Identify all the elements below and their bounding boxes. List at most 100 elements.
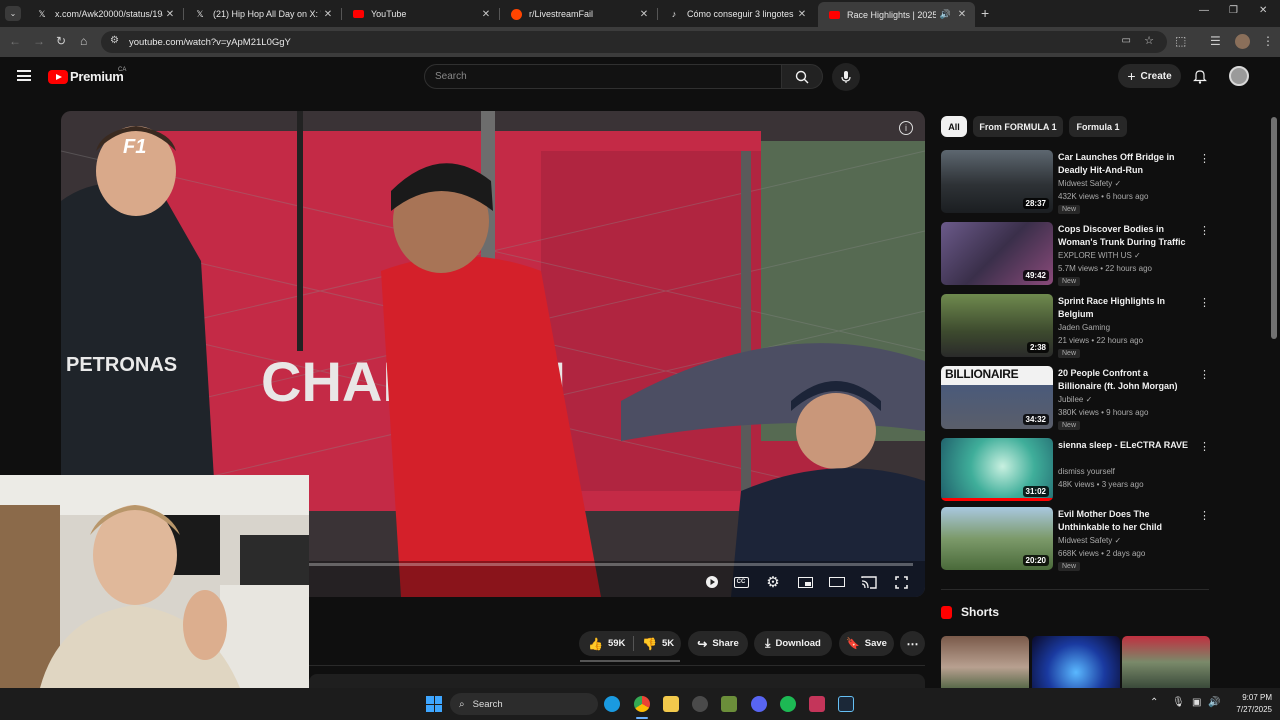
video-title[interactable]: Car Launches Off Bridge in Deadly Hit-An…	[1058, 151, 1194, 177]
chip-formula-1[interactable]: Formula 1	[1069, 116, 1127, 137]
app-icon[interactable]	[809, 696, 825, 712]
steam-icon[interactable]	[838, 696, 854, 712]
logo-text[interactable]: Premium	[70, 69, 124, 84]
channel-row[interactable]: Midwest Safety ✓	[1058, 179, 1121, 188]
more-vertical-icon[interactable]: ⋮	[1199, 440, 1210, 453]
discord-icon[interactable]	[751, 696, 767, 712]
video-title[interactable]: sienna sleep - ELeCTRA RAVE	[1058, 439, 1194, 452]
video-thumbnail[interactable]: 2:38	[941, 294, 1053, 357]
recommendation-item[interactable]: 2:38 Sprint Race Highlights In Belgium J…	[941, 294, 1211, 360]
channel-row[interactable]: Midwest Safety ✓	[1058, 536, 1121, 545]
chip-from-formula-1[interactable]: From FORMULA 1	[973, 116, 1063, 137]
chevron-up-icon[interactable]: ⌃	[1150, 697, 1158, 708]
channel-name[interactable]: Jubilee	[1058, 395, 1083, 404]
video-thumbnail[interactable]: 28:37	[941, 150, 1053, 213]
volume-icon[interactable]: 🔊	[1208, 697, 1220, 708]
browser-tab-1[interactable]: 𝕏 x.com/Awk20000/status/19495 ✕	[26, 3, 183, 25]
more-vertical-icon[interactable]: ⋮	[1199, 368, 1210, 381]
recommendation-item[interactable]: 28:37 Car Launches Off Bridge in Deadly …	[941, 150, 1211, 216]
chip-all[interactable]: All	[941, 116, 967, 137]
autoplay-toggle-icon[interactable]	[703, 573, 721, 591]
clock[interactable]: 9:07 PM 7/27/2025	[1224, 692, 1272, 716]
more-vertical-icon[interactable]: ⋮	[1199, 152, 1210, 165]
short-thumbnail[interactable]	[1122, 636, 1210, 688]
short-thumbnail[interactable]	[941, 636, 1029, 688]
forward-icon[interactable]: →	[33, 34, 45, 48]
more-vertical-icon[interactable]: ⋮	[1199, 296, 1210, 309]
recommendation-item[interactable]: 20:20 Evil Mother Does The Unthinkable t…	[941, 507, 1211, 573]
fullscreen-icon[interactable]	[892, 573, 910, 591]
miniplayer-icon[interactable]	[796, 573, 814, 591]
close-icon[interactable]: ✕	[637, 9, 651, 20]
search-button[interactable]	[781, 64, 823, 89]
video-title[interactable]: Evil Mother Does The Unthinkable to her …	[1058, 508, 1194, 534]
channel-name[interactable]: Jaden Gaming	[1058, 323, 1110, 332]
video-title[interactable]: 20 People Confront a Billionaire (ft. Jo…	[1058, 367, 1194, 393]
profile-avatar[interactable]	[1235, 34, 1250, 49]
recommendation-item[interactable]: 49:42 Cops Discover Bodies in Woman's Tr…	[941, 222, 1211, 288]
more-vertical-icon[interactable]: ⋮	[1199, 224, 1210, 237]
bookmark-star-icon[interactable]: ☆	[1144, 34, 1154, 47]
steam-like-app-icon[interactable]	[692, 696, 708, 712]
settings-gear-icon[interactable]: ⚙	[764, 573, 782, 591]
file-explorer-icon[interactable]	[663, 696, 679, 712]
new-tab-button[interactable]: +	[981, 5, 989, 21]
tab-list-dropdown[interactable]: ⌄	[5, 6, 21, 21]
channel-row[interactable]: dismiss yourself	[1058, 467, 1115, 476]
reload-icon[interactable]: ↻	[56, 34, 66, 48]
windows-start-icon[interactable]	[426, 696, 442, 712]
theater-mode-icon[interactable]	[828, 573, 846, 591]
microphone-icon[interactable]: 🎙	[1172, 697, 1185, 708]
close-icon[interactable]: ✕	[163, 9, 177, 20]
browser-tab-6-active[interactable]: Race Highlights | 2025 Belgi 🔊 ✕	[818, 2, 975, 27]
youtube-logo-icon[interactable]	[48, 70, 68, 84]
extensions-icon[interactable]: ⬚	[1175, 34, 1186, 48]
save-button[interactable]: 🔖 Save	[839, 631, 894, 656]
hamburger-menu-icon[interactable]	[17, 70, 31, 81]
browser-tab-2[interactable]: 𝕏 (21) Hip Hop All Day on X: "The ✕	[184, 3, 341, 25]
description-box[interactable]	[309, 674, 925, 688]
video-thumbnail[interactable]: 31:02	[941, 438, 1053, 501]
channel-name[interactable]: dismiss yourself	[1058, 467, 1115, 476]
video-thumbnail[interactable]: BILLIONAIRE 34:32	[941, 366, 1053, 429]
video-title[interactable]: Sprint Race Highlights In Belgium	[1058, 295, 1194, 321]
app-icon[interactable]	[721, 696, 737, 712]
browser-tab-4[interactable]: r/LivestreamFail ✕	[500, 3, 657, 25]
dislike-button[interactable]: 👎 5K	[634, 637, 674, 651]
create-button[interactable]: + Create	[1118, 64, 1181, 88]
edge-icon[interactable]	[604, 696, 620, 712]
channel-name[interactable]: EXPLORE WITH US	[1058, 251, 1132, 260]
site-info-icon[interactable]: ⚙	[110, 35, 119, 46]
close-icon[interactable]: ✕	[955, 9, 969, 20]
taskbar-search[interactable]: ⌕ Search	[450, 693, 598, 715]
video-thumbnail[interactable]: 20:20	[941, 507, 1053, 570]
recommendation-item[interactable]: BILLIONAIRE 34:32 20 People Confront a B…	[941, 366, 1211, 432]
network-icon[interactable]: ▣	[1192, 697, 1201, 708]
close-icon[interactable]: ✕	[795, 9, 809, 20]
cast-icon[interactable]: ▭	[1122, 35, 1131, 46]
channel-name[interactable]: Midwest Safety	[1058, 179, 1112, 188]
cast-icon[interactable]	[860, 573, 878, 591]
speaker-icon[interactable]: 🔊	[940, 9, 951, 20]
chrome-icon[interactable]	[634, 696, 650, 712]
recommendation-item[interactable]: 31:02 sienna sleep - ELeCTRA RAVE dismis…	[941, 438, 1211, 504]
account-avatar[interactable]	[1229, 66, 1249, 86]
short-thumbnail[interactable]	[1032, 636, 1120, 688]
notifications-bell-icon[interactable]	[1193, 69, 1207, 84]
like-button[interactable]: 👍 59K	[579, 637, 633, 651]
more-actions-button[interactable]: ⋯	[900, 631, 925, 656]
search-input[interactable]: Search	[424, 64, 782, 89]
close-window-icon[interactable]: ✕	[1259, 5, 1267, 16]
browser-tab-3[interactable]: YouTube ✕	[342, 3, 499, 25]
url-field[interactable]: ⚙ youtube.com/watch?v=yApM21L0GgY ▭ ☆	[101, 31, 1167, 53]
reading-list-icon[interactable]: ☰	[1210, 34, 1221, 48]
home-icon[interactable]: ⌂	[80, 34, 87, 48]
channel-name[interactable]: Midwest Safety	[1058, 536, 1112, 545]
voice-search-button[interactable]	[832, 63, 860, 91]
video-thumbnail[interactable]: 49:42	[941, 222, 1053, 285]
channel-row[interactable]: Jubilee ✓	[1058, 395, 1092, 404]
close-icon[interactable]: ✕	[321, 9, 335, 20]
browser-menu-icon[interactable]: ⋮	[1262, 34, 1274, 48]
download-button[interactable]: ⤓ Download	[754, 631, 832, 656]
restore-icon[interactable]: ❐	[1229, 5, 1238, 16]
